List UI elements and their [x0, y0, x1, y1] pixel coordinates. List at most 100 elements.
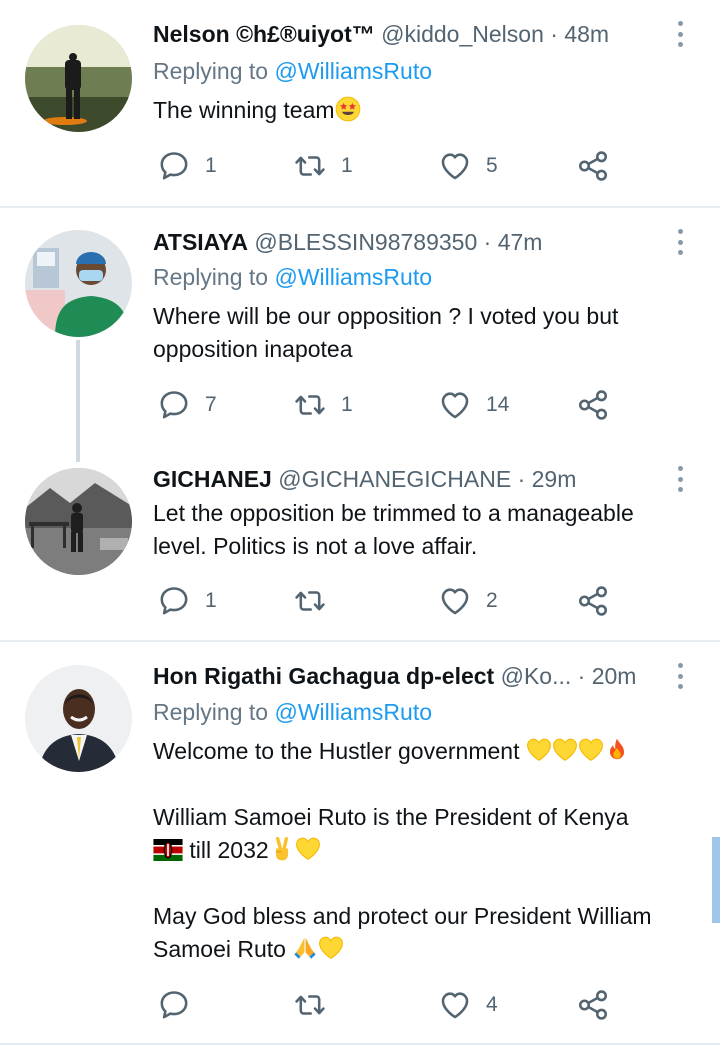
tweet-text-line: May God bless and protect our President … [153, 903, 652, 929]
reply-button[interactable]: 1 [157, 148, 217, 184]
tweet-text: The winning team [153, 94, 698, 127]
timestamp[interactable]: 20m [592, 663, 637, 689]
author-name[interactable]: GICHANEJ [153, 466, 272, 492]
separator: · [550, 21, 558, 47]
share-button[interactable] [576, 387, 610, 423]
heart-icon [438, 584, 472, 618]
yellow-heart-emoji [318, 935, 344, 961]
heart-icon [438, 149, 472, 183]
share-button[interactable] [576, 583, 610, 619]
timestamp[interactable]: 47m [498, 229, 543, 255]
more-vertical-icon[interactable] [667, 225, 693, 259]
reply-icon [157, 584, 191, 618]
kenya-flag-emoji [153, 839, 183, 861]
yellow-heart-emoji [578, 737, 604, 763]
tweet-2[interactable]: ATSIAYA @BLESSIN98789350 · 47m Replying … [0, 208, 720, 448]
mention-link[interactable]: @WilliamsRuto [274, 699, 432, 725]
reply-count: 1 [205, 589, 217, 612]
tweet-text: Where will be our opposition ? I voted y… [153, 300, 698, 366]
reply-count: 1 [205, 154, 217, 177]
author-name[interactable]: Nelson ©h£®uiyot™ [153, 21, 375, 47]
tweet-text-line: The winning team [153, 97, 335, 123]
tweet-text-line: Samoei Ruto [153, 936, 286, 962]
reply-button[interactable] [157, 987, 205, 1023]
retweet-button[interactable]: 1 [293, 148, 353, 184]
retweet-count: 1 [341, 154, 353, 177]
reply-icon [157, 388, 191, 422]
like-count: 4 [486, 993, 498, 1016]
tweet-text-line: Where will be our opposition ? I voted y… [153, 303, 619, 329]
like-count: 2 [486, 589, 498, 612]
avatar-rigathi[interactable] [25, 665, 132, 772]
tweet-text-line: level. Politics is not a love affair. [153, 533, 478, 559]
pray-emoji [292, 935, 318, 961]
share-icon [576, 584, 610, 618]
tweet-text-line: Let the opposition be trimmed to a manag… [153, 500, 634, 526]
separator: · [517, 466, 526, 492]
tweet-text: Welcome to the Hustler government Willia… [153, 735, 698, 966]
author-name[interactable]: Hon Rigathi Gachagua dp-elect [153, 663, 494, 689]
author-handle[interactable]: @GICHANEGICHANE [278, 466, 511, 492]
heart-icon [438, 988, 472, 1022]
tweet-text-line: till 2032 [189, 837, 269, 863]
retweet-count: 1 [341, 393, 353, 416]
retweet-icon [293, 149, 327, 183]
replying-to: Replying to @WilliamsRuto [153, 57, 432, 85]
avatar-atsiaya[interactable] [25, 230, 132, 337]
author-handle[interactable]: @Ko... [501, 663, 572, 689]
like-button[interactable]: 14 [438, 387, 509, 423]
retweet-button[interactable] [293, 583, 341, 619]
yellow-heart-emoji [526, 737, 552, 763]
divider [0, 1043, 720, 1045]
retweet-button[interactable] [293, 987, 341, 1023]
like-count: 5 [486, 154, 498, 177]
author-handle[interactable]: @BLESSIN98789350 [254, 229, 477, 255]
share-button[interactable] [576, 987, 610, 1023]
like-count: 14 [486, 393, 510, 416]
more-vertical-icon[interactable] [667, 659, 693, 693]
share-icon [576, 988, 610, 1022]
action-bar: 4 [153, 987, 623, 1023]
action-bar: 1 1 5 [153, 148, 623, 184]
heart-icon [438, 388, 472, 422]
tweet-text: Let the opposition be trimmed to a manag… [153, 497, 698, 563]
reply-icon [157, 149, 191, 183]
avatar-gichanej[interactable] [25, 468, 132, 575]
scrollbar-thumb[interactable] [712, 837, 720, 923]
star-struck-emoji [335, 96, 361, 122]
separator: · [483, 229, 492, 255]
reply-icon [157, 988, 191, 1022]
reply-button[interactable]: 7 [157, 387, 217, 423]
author-name[interactable]: ATSIAYA [153, 229, 248, 255]
more-vertical-icon[interactable] [667, 462, 693, 496]
author-handle[interactable]: @kiddo_Nelson [381, 21, 544, 47]
replying-prefix: Replying to [153, 699, 269, 725]
timestamp[interactable]: 29m [532, 466, 577, 492]
action-bar: 7 1 14 [153, 387, 623, 423]
like-button[interactable]: 2 [438, 583, 498, 619]
share-button[interactable] [576, 148, 610, 184]
retweet-icon [293, 584, 327, 618]
reply-button[interactable]: 1 [157, 583, 217, 619]
avatar-nelson[interactable] [25, 25, 132, 132]
tweet-1[interactable]: Nelson ©h£®uiyot™ @kiddo_Nelson · 48m Re… [0, 0, 720, 206]
like-button[interactable]: 5 [438, 148, 498, 184]
mention-link[interactable]: @WilliamsRuto [274, 58, 432, 84]
fire-emoji [604, 737, 630, 763]
replying-to: Replying to @WilliamsRuto [153, 698, 432, 726]
tweet-4[interactable]: Hon Rigathi Gachagua dp-elect @Ko... · 2… [0, 642, 720, 1046]
action-bar: 1 2 [153, 583, 623, 619]
timestamp[interactable]: 48m [564, 21, 609, 47]
tweet-text-line: opposition inapotea [153, 336, 353, 362]
like-button[interactable]: 4 [438, 987, 498, 1023]
separator: · [577, 663, 586, 689]
tweet-text-line: Welcome to the Hustler government [153, 738, 520, 764]
replying-to: Replying to @WilliamsRuto [153, 263, 432, 291]
yellow-heart-emoji [295, 836, 321, 862]
more-vertical-icon[interactable] [667, 17, 693, 51]
share-icon [576, 149, 610, 183]
replying-prefix: Replying to [153, 264, 269, 290]
retweet-button[interactable]: 1 [293, 387, 353, 423]
mention-link[interactable]: @WilliamsRuto [274, 264, 432, 290]
tweet-3[interactable]: GICHANEJ @GICHANEGICHANE · 29m Let the o… [0, 448, 720, 640]
